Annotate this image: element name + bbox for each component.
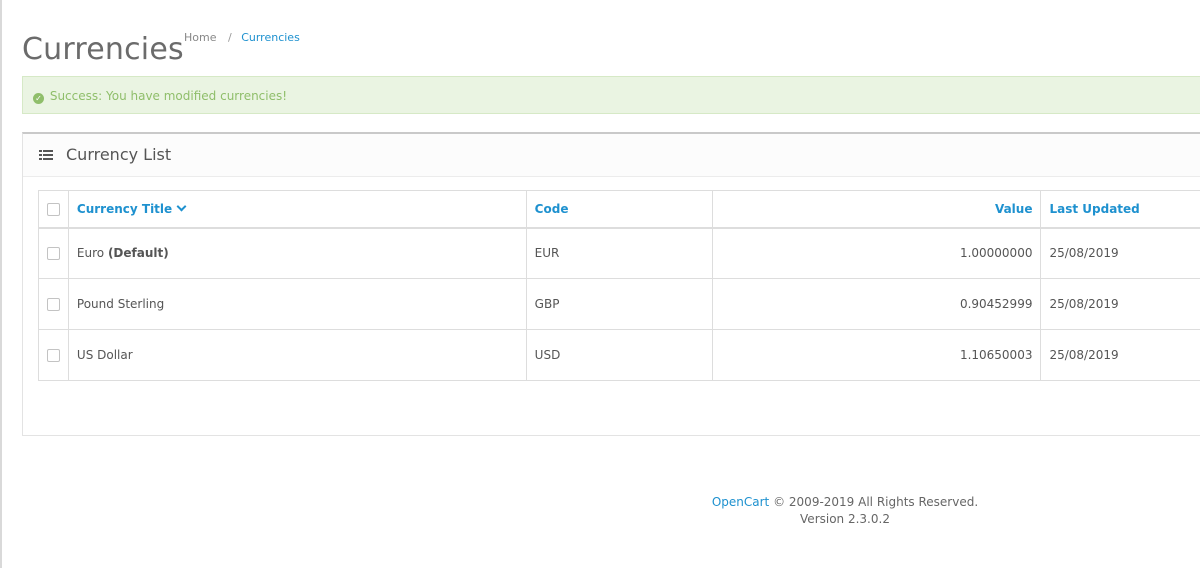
cell-code: USD bbox=[525, 329, 713, 381]
sort-currency-title-link[interactable]: Currency Title bbox=[77, 201, 187, 216]
row-checkbox[interactable] bbox=[46, 298, 60, 311]
copyright-text: © 2009-2019 All Rights Reserved. bbox=[773, 495, 979, 509]
currency-list-panel: Currency List Currency Title Code Value … bbox=[22, 132, 1200, 436]
sidebar-edge bbox=[0, 0, 2, 568]
cell-code: GBP bbox=[525, 278, 713, 330]
table-row: Euro (Default) EUR 1.00000000 25/08/2019 bbox=[38, 227, 1200, 279]
cell-updated: 25/08/2019 bbox=[1040, 329, 1200, 381]
list-icon bbox=[39, 150, 53, 160]
sort-code-link[interactable]: Code bbox=[535, 202, 569, 216]
header-last-updated: Last Updated bbox=[1040, 190, 1200, 229]
cell-updated: 25/08/2019 bbox=[1040, 227, 1200, 279]
sort-last-updated-link[interactable]: Last Updated bbox=[1049, 202, 1139, 216]
cell-value: 1.10650003 bbox=[711, 329, 1042, 381]
row-checkbox[interactable] bbox=[46, 349, 60, 362]
table-header-row: Currency Title Code Value Last Updated bbox=[38, 190, 1200, 229]
cell-title: Pound Sterling bbox=[67, 278, 527, 330]
currency-table: Currency Title Code Value Last Updated E… bbox=[38, 190, 1200, 381]
panel-heading: Currency List bbox=[23, 134, 1200, 177]
default-tag: (Default) bbox=[107, 246, 169, 261]
page-title: Currencies bbox=[22, 32, 184, 68]
footer: OpenCart © 2009-2019 All Rights Reserved… bbox=[0, 494, 1200, 528]
header-currency-title: Currency Title bbox=[67, 190, 527, 229]
version-text: Version 2.3.0.2 bbox=[800, 512, 890, 526]
breadcrumb-home[interactable]: Home bbox=[184, 31, 216, 44]
header-code: Code bbox=[525, 190, 713, 229]
select-all-cell bbox=[38, 190, 69, 229]
check-circle-icon: ✓ bbox=[33, 93, 44, 104]
cell-title: US Dollar bbox=[67, 329, 527, 381]
cell-code: EUR bbox=[525, 227, 713, 279]
table-row: US Dollar USD 1.10650003 25/08/2019 bbox=[38, 329, 1200, 381]
header-value: Value bbox=[711, 190, 1042, 229]
breadcrumb: Home / Currencies bbox=[184, 31, 300, 44]
success-alert: ✓ Success: You have modified currencies! bbox=[22, 76, 1200, 114]
cell-updated: 25/08/2019 bbox=[1040, 278, 1200, 330]
breadcrumb-separator: / bbox=[227, 31, 232, 44]
sort-value-link[interactable]: Value bbox=[995, 202, 1033, 216]
row-checkbox[interactable] bbox=[46, 247, 60, 261]
alert-message: Success: You have modified currencies! bbox=[49, 89, 288, 103]
chevron-down-icon bbox=[176, 201, 187, 212]
panel-title: Currency List bbox=[66, 145, 172, 164]
table-row: Pound Sterling GBP 0.90452999 25/08/2019 bbox=[38, 278, 1200, 330]
cell-title: Euro (Default) bbox=[67, 227, 527, 279]
select-all-checkbox[interactable] bbox=[46, 202, 60, 216]
opencart-link[interactable]: OpenCart bbox=[712, 495, 769, 509]
footer-copyright-line: OpenCart © 2009-2019 All Rights Reserved… bbox=[0, 494, 1200, 511]
cell-value: 1.00000000 bbox=[711, 227, 1042, 279]
cell-value: 0.90452999 bbox=[711, 278, 1042, 330]
breadcrumb-currencies[interactable]: Currencies bbox=[241, 31, 300, 44]
